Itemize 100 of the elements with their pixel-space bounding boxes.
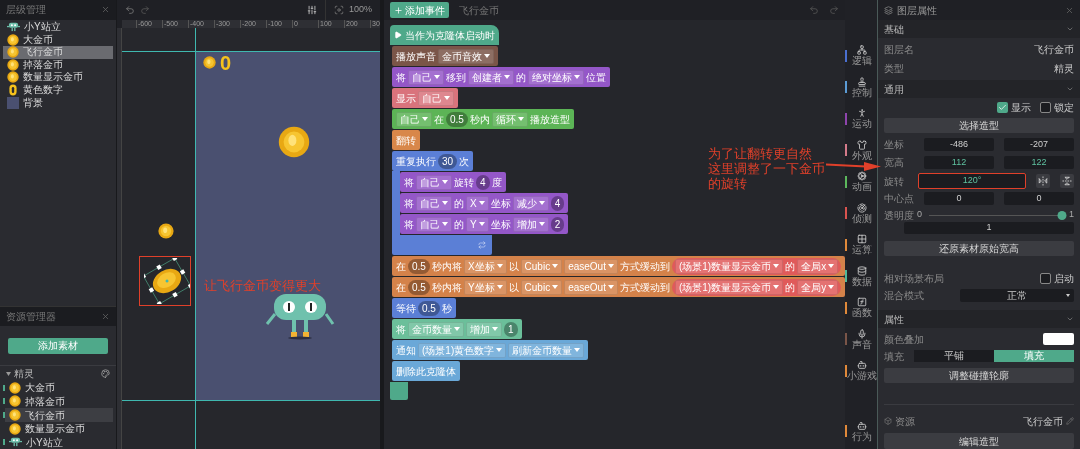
category-tab[interactable]: 动画	[845, 170, 877, 193]
section-header[interactable]: 通用	[878, 80, 1080, 98]
category-tab[interactable]: 小游戏	[845, 359, 877, 382]
block-dropdown[interactable]: Y	[466, 216, 489, 232]
logic-icon	[857, 45, 867, 56]
layer-item[interactable]: 大金币	[3, 33, 113, 46]
code-block[interactable]: 显示 自己	[392, 88, 458, 108]
code-block[interactable]: 将 金币数量 增加 1	[392, 319, 522, 339]
flip-vertical-button[interactable]	[1060, 174, 1074, 188]
input-field[interactable]: -486	[924, 138, 994, 151]
input-field[interactable]: 0	[1004, 192, 1074, 205]
number-input[interactable]: 1	[504, 321, 518, 337]
input-field[interactable]: 120°	[918, 173, 1026, 189]
close-icon[interactable]	[101, 5, 110, 15]
layer-item[interactable]: 黄色数字	[3, 83, 113, 97]
sliders-icon[interactable]	[306, 5, 317, 15]
close-icon[interactable]	[1065, 5, 1074, 15]
asset-item[interactable]: 大金币	[5, 381, 113, 395]
layer-item[interactable]: 掉落金币	[3, 58, 113, 72]
undo-icon[interactable]	[125, 5, 135, 15]
category-tab[interactable]: 外观	[845, 139, 877, 162]
checkbox[interactable]	[997, 101, 1008, 113]
layer-item[interactable]: 背景	[3, 96, 113, 109]
checkbox[interactable]	[1040, 272, 1051, 284]
block-dropdown[interactable]: 创建者	[468, 69, 514, 85]
flip-horizontal-button[interactable]	[1036, 174, 1050, 188]
block-dropdown[interactable]: 减少	[512, 195, 549, 211]
block-dropdown[interactable]: 金币音效	[438, 48, 494, 64]
asset-item[interactable]: 飞行金币	[5, 408, 113, 422]
panel-button[interactable]: 选择造型	[884, 118, 1074, 133]
category-tab[interactable]: 控制	[845, 76, 877, 99]
section-header[interactable]: 属性	[878, 310, 1080, 328]
block-dropdown[interactable]: 自己	[416, 174, 452, 190]
code-block[interactable]: 将 自己 的 Y 坐标 增加 2	[400, 214, 569, 234]
block-label: 坐标	[490, 196, 511, 211]
annotation-text: 让飞行金币变得更大	[204, 277, 321, 295]
number-input[interactable]: 0.5	[418, 300, 440, 316]
category-tab[interactable]: 行为	[845, 420, 877, 443]
blend-mode-select[interactable]: 正常	[960, 289, 1074, 302]
number-input[interactable]: 4	[476, 174, 490, 190]
number-input[interactable]: 4	[550, 195, 565, 211]
category-tab[interactable]: 运动	[845, 107, 877, 130]
group-header[interactable]: 精灵	[0, 366, 116, 382]
category-tab[interactable]: 运算	[845, 233, 877, 256]
asset-item[interactable]: 数量显示金币	[5, 421, 113, 436]
checkbox-label: 锁定	[1054, 100, 1074, 115]
block-label: 坐标	[490, 217, 511, 232]
caret-icon[interactable]	[6, 371, 11, 376]
code-block[interactable]: 将 自己 移到 创建者 的 绝对坐标 位置	[392, 67, 610, 87]
input-field[interactable]: 0	[924, 192, 994, 205]
asset-item[interactable]: 小Y站立	[5, 435, 113, 449]
field-label: 图层名	[884, 43, 914, 57]
number-input[interactable]: 30	[438, 153, 458, 169]
sprite-tab[interactable]: 飞行金币	[459, 2, 499, 18]
code-block[interactable]: 在 0.5 秒内将 Y坐标 以 Cubic easeOut 方式缓动到 (场景1)数量显示金币 的 全局y	[392, 277, 846, 297]
panel-button[interactable]: 编辑造型	[884, 433, 1074, 449]
color-swatch[interactable]	[1043, 333, 1074, 345]
selected-coin-sprite[interactable]	[144, 258, 190, 304]
asset-item[interactable]: 掉落金币	[5, 394, 113, 409]
block-dropdown[interactable]: 绝对坐标	[528, 69, 584, 85]
category-tab[interactable]: 函数	[845, 296, 877, 319]
code-block[interactable]: 自己 在 0.5 秒内 循环 播放造型	[392, 109, 574, 129]
number-input[interactable]: 2	[550, 216, 565, 232]
input-field[interactable]: -207	[1004, 138, 1074, 151]
palette-icon[interactable]	[101, 369, 110, 379]
section-header[interactable]: 基础	[878, 20, 1080, 38]
code-block[interactable]: 重复执行 30 次	[392, 151, 474, 171]
input-field[interactable]: 122	[1004, 156, 1074, 169]
code-block[interactable]: 将 自己 旋转 4 度	[400, 172, 506, 192]
number-input[interactable]: 0.5	[408, 258, 430, 274]
category-tab[interactable]: 逻辑	[845, 44, 877, 67]
block-dropdown[interactable]: 自己	[416, 195, 452, 211]
input-field[interactable]: 1	[904, 222, 1074, 234]
number-input[interactable]: 0.5	[446, 111, 468, 127]
block-dropdown[interactable]: 自己	[408, 69, 444, 85]
caret-icon	[517, 117, 524, 121]
segment-option[interactable]: 平铺	[914, 350, 994, 362]
input-field[interactable]: 112	[924, 156, 994, 169]
category-tab[interactable]: 数据	[845, 265, 877, 288]
focus-icon[interactable]	[333, 5, 344, 15]
block-label: 度	[491, 175, 502, 190]
block-dropdown[interactable]: 自己	[416, 216, 452, 232]
layer-item[interactable]: 飞行金币	[3, 45, 113, 59]
category-tab[interactable]: 侦测	[845, 202, 877, 225]
code-block[interactable]: 播放声音 金币音效	[392, 46, 498, 66]
layer-item[interactable]: 数量显示金币	[3, 71, 113, 84]
code-block[interactable]: 将 自己 的 X 坐标 减少 4	[400, 193, 569, 213]
close-icon[interactable]	[101, 312, 110, 322]
code-block[interactable]: 在 0.5 秒内将 X坐标 以 Cubic easeOut 方式缓动到 (场景1)数量显示金币 的 全局x	[392, 256, 846, 276]
category-tab[interactable]: 声音	[845, 328, 877, 351]
checkbox[interactable]	[1040, 101, 1051, 113]
panel-button[interactable]: 调整碰撞轮廓	[884, 368, 1074, 383]
block-dropdown[interactable]: X	[466, 195, 489, 211]
layer-item[interactable]: 小Y站立	[3, 20, 113, 34]
code-block[interactable]: 等待 0.5 秒	[392, 298, 456, 318]
number-input[interactable]: 0.5	[408, 279, 430, 295]
slider-thumb[interactable]	[1057, 210, 1067, 220]
block-dropdown[interactable]: 增加	[512, 216, 549, 232]
panel-button[interactable]: 还原素材原始宽高	[884, 241, 1074, 256]
block-label: 播放声音	[396, 49, 436, 64]
